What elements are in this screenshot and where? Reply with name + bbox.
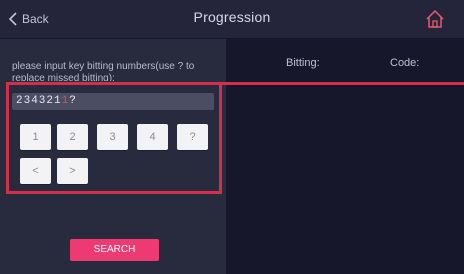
- code-column-header: Code:: [390, 57, 420, 69]
- bitting-input[interactable]: 2343211?: [12, 93, 214, 110]
- input-tail: ?: [69, 95, 77, 107]
- bitting-column-header: Bitting:: [286, 57, 320, 69]
- instruction-text: please input key bitting numbers(use ? t…: [12, 61, 195, 81]
- prev-button[interactable]: <: [20, 158, 51, 184]
- key-2[interactable]: 2: [57, 124, 88, 150]
- home-icon: [426, 9, 444, 28]
- home-button[interactable]: [424, 8, 446, 30]
- key-1[interactable]: 1: [20, 124, 51, 150]
- input-digits: 234321: [16, 95, 62, 107]
- page-title: Progression: [193, 9, 271, 25]
- key-question[interactable]: ?: [177, 124, 208, 150]
- search-button[interactable]: SEARCH: [70, 239, 159, 261]
- key-3[interactable]: 3: [97, 124, 128, 150]
- top-bar: Back Progression: [0, 0, 464, 39]
- results-panel: Bitting: Code:: [226, 39, 464, 274]
- key-4[interactable]: 4: [137, 124, 168, 150]
- next-button[interactable]: >: [57, 158, 88, 184]
